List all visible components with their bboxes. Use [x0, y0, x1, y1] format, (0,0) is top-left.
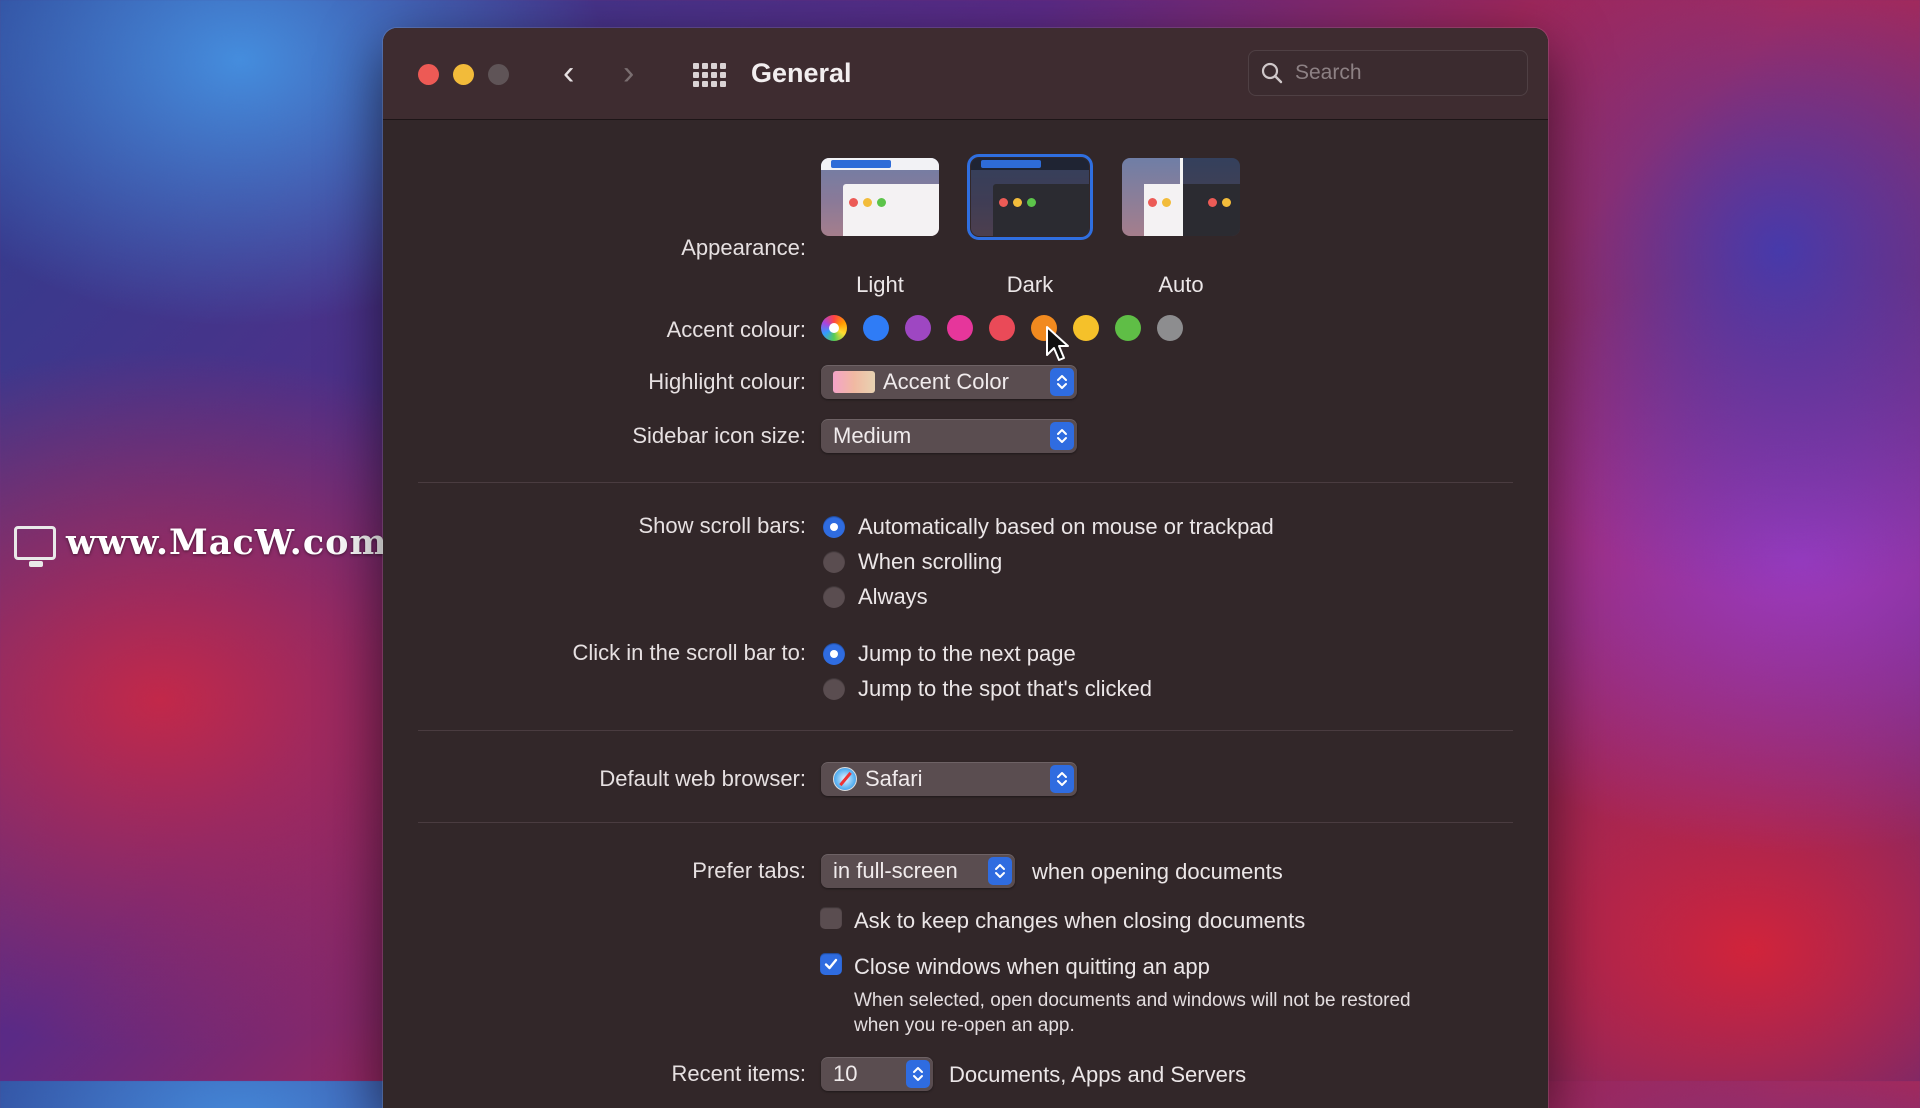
- mouse-cursor-icon: [1046, 326, 1069, 361]
- ask-keep-changes-checkbox[interactable]: [820, 907, 842, 929]
- click-spot-text: Jump to the spot that's clicked: [858, 676, 1153, 701]
- scroll-bars-scrolling-radio[interactable]: [823, 551, 845, 573]
- watermark-text: www.MacW.com: [66, 522, 388, 563]
- scroll-bars-automatic-text: Automatically based on mouse or trackpad: [858, 514, 1274, 539]
- monitor-icon: [14, 525, 56, 567]
- search-input[interactable]: [1293, 60, 1507, 86]
- minimize-window-button[interactable]: [453, 64, 474, 85]
- appearance-dark-option[interactable]: [967, 154, 1093, 240]
- scroll-bars-scrolling-text: When scrolling: [858, 549, 1003, 574]
- watermark: www.MacW.com: [14, 522, 388, 567]
- recent-items-suffix: Documents, Apps and Servers: [949, 1062, 1247, 1087]
- chevron-updown-icon: [1050, 368, 1074, 396]
- accent-colour-label: Accent colour:: [666, 317, 806, 342]
- click-spot-radio[interactable]: [823, 678, 845, 700]
- accent-purple-swatch[interactable]: [905, 315, 931, 341]
- preferences-window: ‹ › General Appearance: Light Dark: [383, 28, 1548, 1108]
- appearance-dark-caption: Dark: [1006, 272, 1054, 297]
- forward-icon[interactable]: ›: [623, 56, 634, 90]
- section-divider: [418, 822, 1513, 823]
- prefer-tabs-suffix: when opening documents: [1032, 859, 1283, 884]
- sidebar-icon-size-label: Sidebar icon size:: [632, 423, 806, 448]
- recent-items-value: 10: [833, 1061, 858, 1086]
- close-windows-text: Close windows when quitting an app: [854, 954, 1210, 979]
- section-divider: [418, 730, 1513, 731]
- prefer-tabs-popup[interactable]: in full-screen: [821, 854, 1015, 888]
- click-next-page-text: Jump to the next page: [858, 641, 1076, 666]
- chevron-updown-icon: [1050, 765, 1074, 793]
- appearance-light-option[interactable]: [821, 158, 939, 236]
- sidebar-icon-size-value: Medium: [833, 423, 912, 448]
- recent-items-label: Recent items:: [671, 1061, 807, 1086]
- search-icon: [1261, 62, 1283, 84]
- show-scroll-bars-label: Show scroll bars:: [638, 513, 806, 538]
- ask-keep-changes-text: Ask to keep changes when closing documen…: [854, 908, 1306, 933]
- appearance-label: Appearance:: [681, 235, 806, 260]
- accent-yellow-swatch[interactable]: [1073, 315, 1099, 341]
- section-divider: [418, 482, 1513, 483]
- highlight-colour-popup[interactable]: Accent Color: [821, 365, 1077, 399]
- safari-icon: [833, 767, 857, 791]
- accent-multicolor-swatch[interactable]: [821, 315, 847, 341]
- highlight-colour-label: Highlight colour:: [648, 369, 806, 394]
- back-icon[interactable]: ‹: [563, 56, 574, 90]
- zoom-window-button[interactable]: [488, 64, 509, 85]
- click-next-page-radio[interactable]: [823, 643, 845, 665]
- accent-blue-swatch[interactable]: [863, 315, 889, 341]
- default-browser-label: Default web browser:: [599, 766, 806, 791]
- window-title: General: [751, 58, 852, 88]
- scroll-bars-always-text: Always: [858, 584, 928, 609]
- default-browser-popup[interactable]: Safari: [821, 762, 1077, 796]
- chevron-updown-icon: [906, 1060, 930, 1088]
- accent-pink-swatch[interactable]: [947, 315, 973, 341]
- highlight-swatch: [833, 371, 875, 393]
- sidebar-icon-size-popup[interactable]: Medium: [821, 419, 1077, 453]
- chevron-updown-icon: [1050, 422, 1074, 450]
- click-scroll-bar-label: Click in the scroll bar to:: [572, 640, 806, 665]
- close-windows-checkbox[interactable]: [820, 953, 842, 975]
- scroll-bars-automatic-radio[interactable]: [823, 516, 845, 538]
- close-window-button[interactable]: [418, 64, 439, 85]
- accent-green-swatch[interactable]: [1115, 315, 1141, 341]
- scroll-bars-always-radio[interactable]: [823, 586, 845, 608]
- chevron-updown-icon: [988, 857, 1012, 885]
- search-field[interactable]: [1248, 50, 1528, 96]
- highlight-value: Accent Color: [883, 369, 1009, 394]
- titlebar: ‹ › General: [383, 28, 1548, 120]
- appearance-auto-option[interactable]: [1122, 158, 1240, 236]
- appearance-auto-caption: Auto: [1158, 272, 1204, 297]
- default-browser-value: Safari: [865, 766, 923, 791]
- close-windows-note-line2: when you re-open an app.: [854, 1015, 1075, 1036]
- prefer-tabs-value: in full-screen: [833, 858, 958, 883]
- prefer-tabs-label: Prefer tabs:: [692, 858, 806, 883]
- appearance-light-caption: Light: [856, 272, 904, 297]
- recent-items-popup[interactable]: 10: [821, 1057, 933, 1091]
- close-windows-note-line1: When selected, open documents and window…: [854, 990, 1411, 1011]
- show-all-grid-icon[interactable]: [693, 63, 726, 87]
- checkmark-icon: [824, 958, 838, 970]
- accent-graphite-swatch[interactable]: [1157, 315, 1183, 341]
- accent-red-swatch[interactable]: [989, 315, 1015, 341]
